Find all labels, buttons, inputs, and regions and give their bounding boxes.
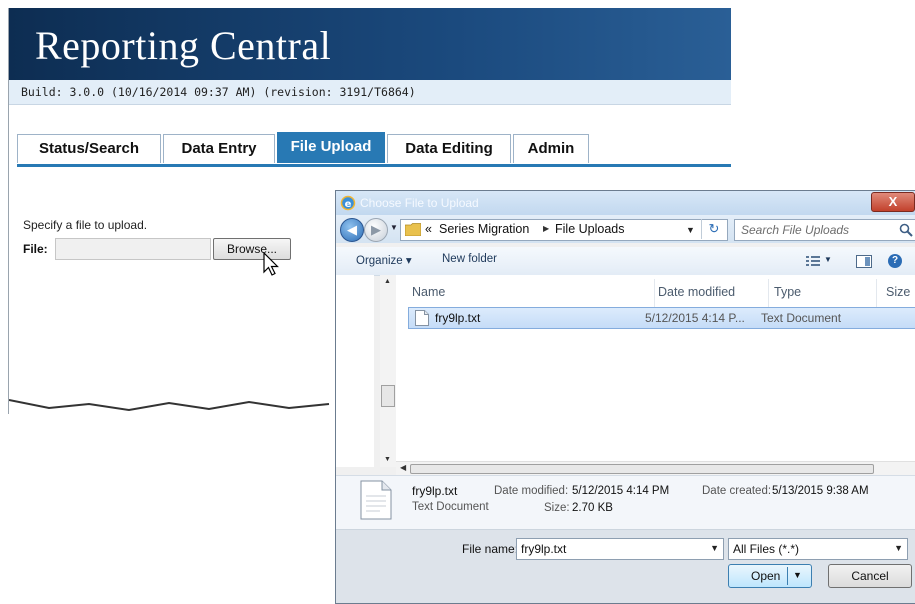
file-name-label: File name: [462,542,519,556]
doc-icon [360,480,392,520]
column-name[interactable]: Name [412,285,445,299]
upload-hint: Specify a file to upload. [23,218,148,232]
dialog-titlebar[interactable]: e Choose File to Upload X [336,191,915,215]
column-separator[interactable] [768,279,769,309]
details-pane: fry9lp.txt Text Document Date modified: … [336,475,915,530]
doc-icon [415,310,429,326]
column-date-modified[interactable]: Date modified [658,285,735,299]
dialog-bottom-bar: File name: fry9lp.txt ▼ All Files (*.*) … [336,529,915,603]
preview-pane-icon[interactable] [856,255,872,268]
search-icon[interactable] [899,223,913,237]
column-separator[interactable] [876,279,877,309]
details-date-modified-label: Date modified: [494,485,569,497]
file-name-dropdown[interactable]: ▼ [710,543,719,553]
breadcrumb-series-migration[interactable]: Series Migration [439,222,529,236]
address-row: ◀ ▶ ▼ « Series Migration ▶ File Uploads … [336,215,915,243]
new-folder-button[interactable]: New folder [442,253,497,265]
file-list[interactable]: Name Date modified Type Size fry9lp.txt … [396,275,915,467]
file-label: File: [23,242,48,256]
tab-admin[interactable]: Admin [513,134,589,163]
file-name-cell: fry9lp.txt [435,311,481,325]
view-dropdown[interactable]: ▼ [824,255,832,264]
breadcrumb-file-uploads[interactable]: File Uploads [555,222,624,236]
details-file-type: Text Document [412,501,489,513]
tab-status-search[interactable]: Status/Search [17,134,161,163]
open-button[interactable]: Open ▼ [728,564,812,588]
open-dropdown[interactable]: ▼ [793,570,802,580]
search-placeholder: Search File Uploads [741,223,850,237]
dialog-toolbar: Organize ▾ New folder ▼ ? [336,247,915,276]
file-row[interactable]: fry9lp.txt 5/12/2015 4:14 P... Text Docu… [408,307,915,329]
file-type-select[interactable]: All Files (*.*) ▼ [728,538,908,560]
breadcrumb-prefix[interactable]: « [425,222,432,236]
details-file-name: fry9lp.txt [412,484,458,498]
details-size: 2.70 KB [572,502,613,514]
search-input[interactable]: Search File Uploads [734,219,915,241]
file-name-field[interactable]: fry9lp.txt ▼ [516,538,724,560]
tab-underline [17,164,731,167]
file-date-cell: 5/12/2015 4:14 P... [645,311,745,325]
ie-logo-icon: e [340,195,356,211]
breadcrumb-separator-icon[interactable]: ▶ [543,224,549,233]
details-date-modified: 5/12/2015 4:14 PM [572,485,670,497]
help-icon[interactable]: ? [888,254,902,268]
choose-file-dialog: e Choose File to Upload X ◀ ▶ ▼ « Series… [335,190,915,604]
file-name-value[interactable]: fry9lp.txt [521,542,566,556]
file-type-cell: Text Document [761,311,842,325]
build-bar: Build: 3.0.0 (10/16/2014 09:37 AM) (revi… [9,80,731,105]
details-date-created: 5/13/2015 9:38 AM [772,485,869,497]
address-bar[interactable]: « Series Migration ▶ File Uploads ▼ ↻ [400,219,728,241]
open-label[interactable]: Open [751,569,780,583]
open-split-divider [787,567,788,585]
column-type[interactable]: Type [774,285,801,299]
cancel-button[interactable]: Cancel [828,564,912,588]
close-button[interactable]: X [871,192,915,212]
scroll-up-icon[interactable]: ▲ [384,278,391,285]
navigation-pane[interactable] [336,275,374,467]
horizontal-scrollbar[interactable]: ◀ [396,461,915,476]
nav-pane-scroll-thumb[interactable] [381,385,395,407]
details-date-created-label: Date created: [702,485,772,497]
column-size[interactable]: Size [886,285,910,299]
back-arrow-icon[interactable]: ◀ [340,218,364,242]
address-dropdown[interactable]: ▼ [686,225,695,235]
file-path-input[interactable] [55,238,211,260]
tab-data-editing[interactable]: Data Editing [387,134,511,163]
recent-locations-dropdown[interactable]: ▼ [390,223,398,232]
view-icon[interactable] [806,255,820,267]
svg-text:e: e [345,199,352,210]
build-info: Build: 3.0.0 (10/16/2014 09:37 AM) (revi… [21,85,416,99]
folder-icon [405,223,421,236]
file-type-value: All Files (*.*) [733,542,800,556]
refresh-icon[interactable]: ↻ [701,219,726,239]
details-size-label: Size: [544,502,570,514]
app-title: Reporting Central [35,23,332,68]
cursor-arrow-icon [263,252,279,276]
nav-pane-scrollbar[interactable]: ▲ ▼ [380,275,397,467]
column-separator[interactable] [654,279,655,309]
chevron-down-icon: ▼ [894,543,903,553]
horizontal-scroll-thumb[interactable] [410,464,874,474]
tab-file-upload[interactable]: File Upload [277,132,385,163]
app-banner: Reporting Central [9,8,731,80]
scroll-down-icon[interactable]: ▼ [384,456,391,463]
tab-data-entry[interactable]: Data Entry [163,134,275,163]
scroll-left-icon[interactable]: ◀ [400,463,406,472]
dialog-title: Choose File to Upload [360,196,479,210]
forward-arrow-icon[interactable]: ▶ [364,218,388,242]
organize-button[interactable]: Organize ▾ [356,253,412,267]
